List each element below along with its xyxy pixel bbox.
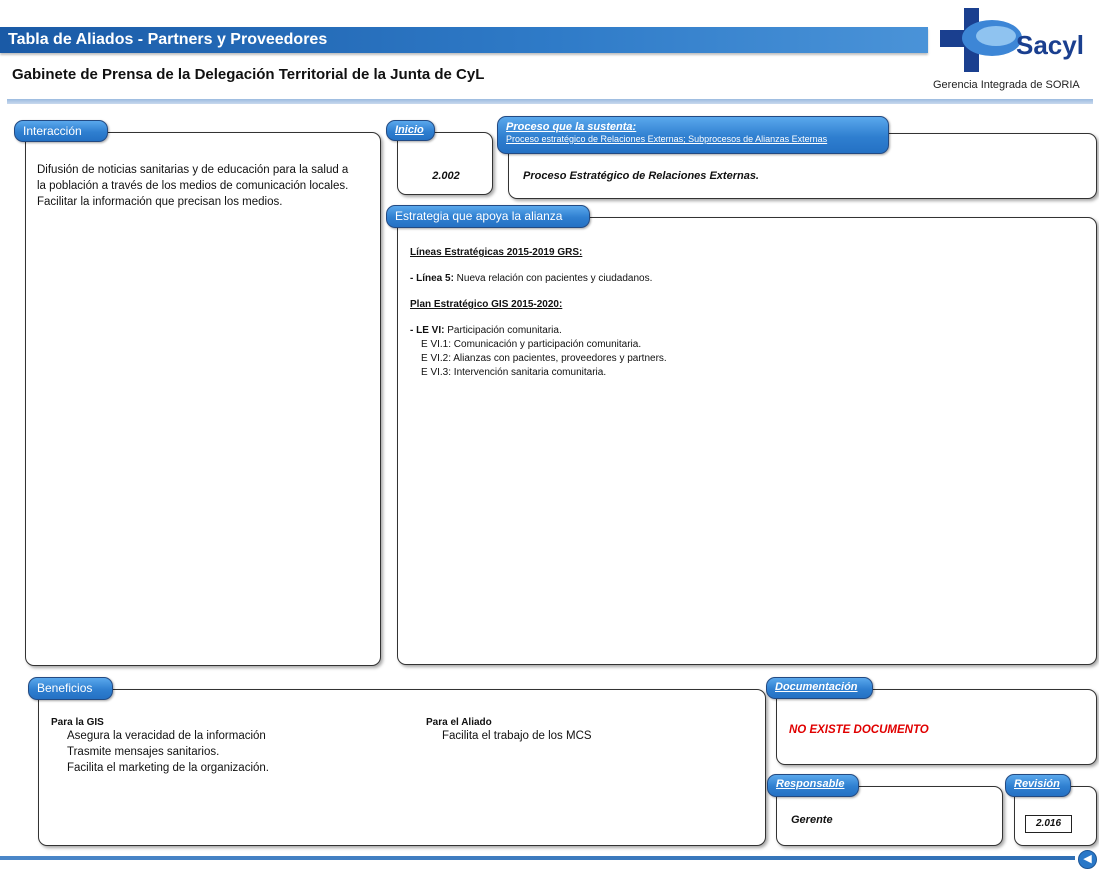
- estrategia-item: E VI.2: Alianzas con pacientes, proveedo…: [421, 353, 667, 364]
- inicio-value: 2.002: [432, 170, 460, 182]
- interaccion-text: Difusión de noticias sanitarias y de edu…: [37, 162, 377, 210]
- inicio-label[interactable]: Inicio: [395, 124, 424, 136]
- le-vi-prefix: - LE VI:: [410, 325, 445, 336]
- estrategia-item: E VI.3: Intervención sanitaria comunitar…: [421, 367, 607, 378]
- interaccion-panel: Difusión de noticias sanitarias y de edu…: [25, 132, 381, 666]
- back-arrow-icon[interactable]: ◀: [1078, 850, 1097, 869]
- tab-estrategia: Estrategia que apoya la alianza: [386, 205, 590, 228]
- linea-5-item: - Línea 5: Nueva relación con pacientes …: [410, 272, 1090, 286]
- page-title: Tabla de Aliados - Partners y Proveedore…: [8, 31, 328, 48]
- le-vi-item: - LE VI: Participación comunitaria.: [410, 324, 1090, 338]
- estrategia-heading-lineas: Líneas Estratégicas 2015-2019 GRS:: [410, 247, 583, 258]
- interaccion-line: Facilitar la información que precisan lo…: [37, 196, 283, 208]
- tab-documentacion[interactable]: Documentación: [766, 677, 873, 699]
- beneficios-label: Beneficios: [37, 681, 93, 695]
- revision-label[interactable]: Revisión: [1014, 778, 1060, 790]
- tab-interaccion: Interacción: [14, 120, 108, 142]
- footer-divider: [0, 856, 1075, 860]
- tab-revision[interactable]: Revisión: [1005, 774, 1071, 797]
- beneficios-panel: Para la GIS Asegura la veracidad de la i…: [38, 689, 766, 846]
- tab-beneficios: Beneficios: [28, 677, 113, 700]
- page-subtitle: Gabinete de Prensa de la Delegación Terr…: [12, 66, 485, 83]
- proceso-label[interactable]: Proceso que la sustenta: [506, 121, 633, 133]
- interaccion-line: Difusión de noticias sanitarias y de edu…: [37, 164, 349, 176]
- revision-value: 2.016: [1025, 815, 1072, 833]
- proceso-sublabel: Proceso estratégico de Relaciones Extern…: [506, 134, 828, 144]
- header-divider: [7, 99, 1093, 104]
- tab-proceso[interactable]: Proceso que la sustenta: Proceso estraté…: [497, 116, 889, 154]
- estrategia-heading-plan: Plan Estratégico GIS 2015-2020:: [410, 299, 563, 310]
- interaccion-line: la población a través de los medios de c…: [37, 180, 349, 192]
- le-vi-text: Participación comunitaria.: [444, 325, 562, 336]
- beneficios-gis-item: Trasmite mensajes sanitarios.: [67, 746, 220, 758]
- beneficios-gis-item: Asegura la veracidad de la información: [67, 730, 266, 742]
- beneficios-aliado-heading: Para el Aliado: [426, 717, 492, 728]
- proceso-label-suffix: :: [632, 121, 637, 133]
- responsable-label[interactable]: Responsable: [776, 778, 844, 790]
- logo-text: Sacyl: [1016, 30, 1084, 60]
- beneficios-gis-heading: Para la GIS: [51, 717, 104, 728]
- beneficios-gis: Para la GIS Asegura la veracidad de la i…: [51, 717, 391, 776]
- documentacion-panel: NO EXISTE DOCUMENTO: [776, 689, 1097, 765]
- estrategia-panel: Líneas Estratégicas 2015-2019 GRS: - Lín…: [397, 217, 1097, 665]
- documentacion-label[interactable]: Documentación: [775, 681, 858, 693]
- proceso-value: Proceso Estratégico de Relaciones Extern…: [523, 170, 759, 182]
- organization-name: Gerencia Integrada de SORIA: [933, 79, 1080, 91]
- page-title-bar: Tabla de Aliados - Partners y Proveedore…: [0, 27, 928, 53]
- tab-inicio[interactable]: Inicio: [386, 120, 435, 141]
- beneficios-aliado: Para el Aliado Facilita el trabajo de lo…: [426, 717, 746, 744]
- linea-5-prefix: - Línea 5:: [410, 273, 454, 284]
- estrategia-item: E VI.1: Comunicación y participación com…: [421, 339, 642, 350]
- inicio-panel: 2.002: [397, 132, 493, 195]
- responsable-value: Gerente: [791, 814, 833, 826]
- interaccion-label: Interacción: [23, 124, 82, 138]
- documentacion-value: NO EXISTE DOCUMENTO: [789, 724, 929, 736]
- beneficios-gis-item: Facilita el marketing de la organización…: [67, 762, 269, 774]
- beneficios-aliado-item: Facilita el trabajo de los MCS: [442, 730, 592, 742]
- estrategia-label: Estrategia que apoya la alianza: [395, 209, 563, 223]
- linea-5-text: Nueva relación con pacientes y ciudadano…: [453, 273, 653, 284]
- tab-responsable[interactable]: Responsable: [767, 774, 859, 797]
- estrategia-content: Líneas Estratégicas 2015-2019 GRS: - Lín…: [410, 246, 1090, 380]
